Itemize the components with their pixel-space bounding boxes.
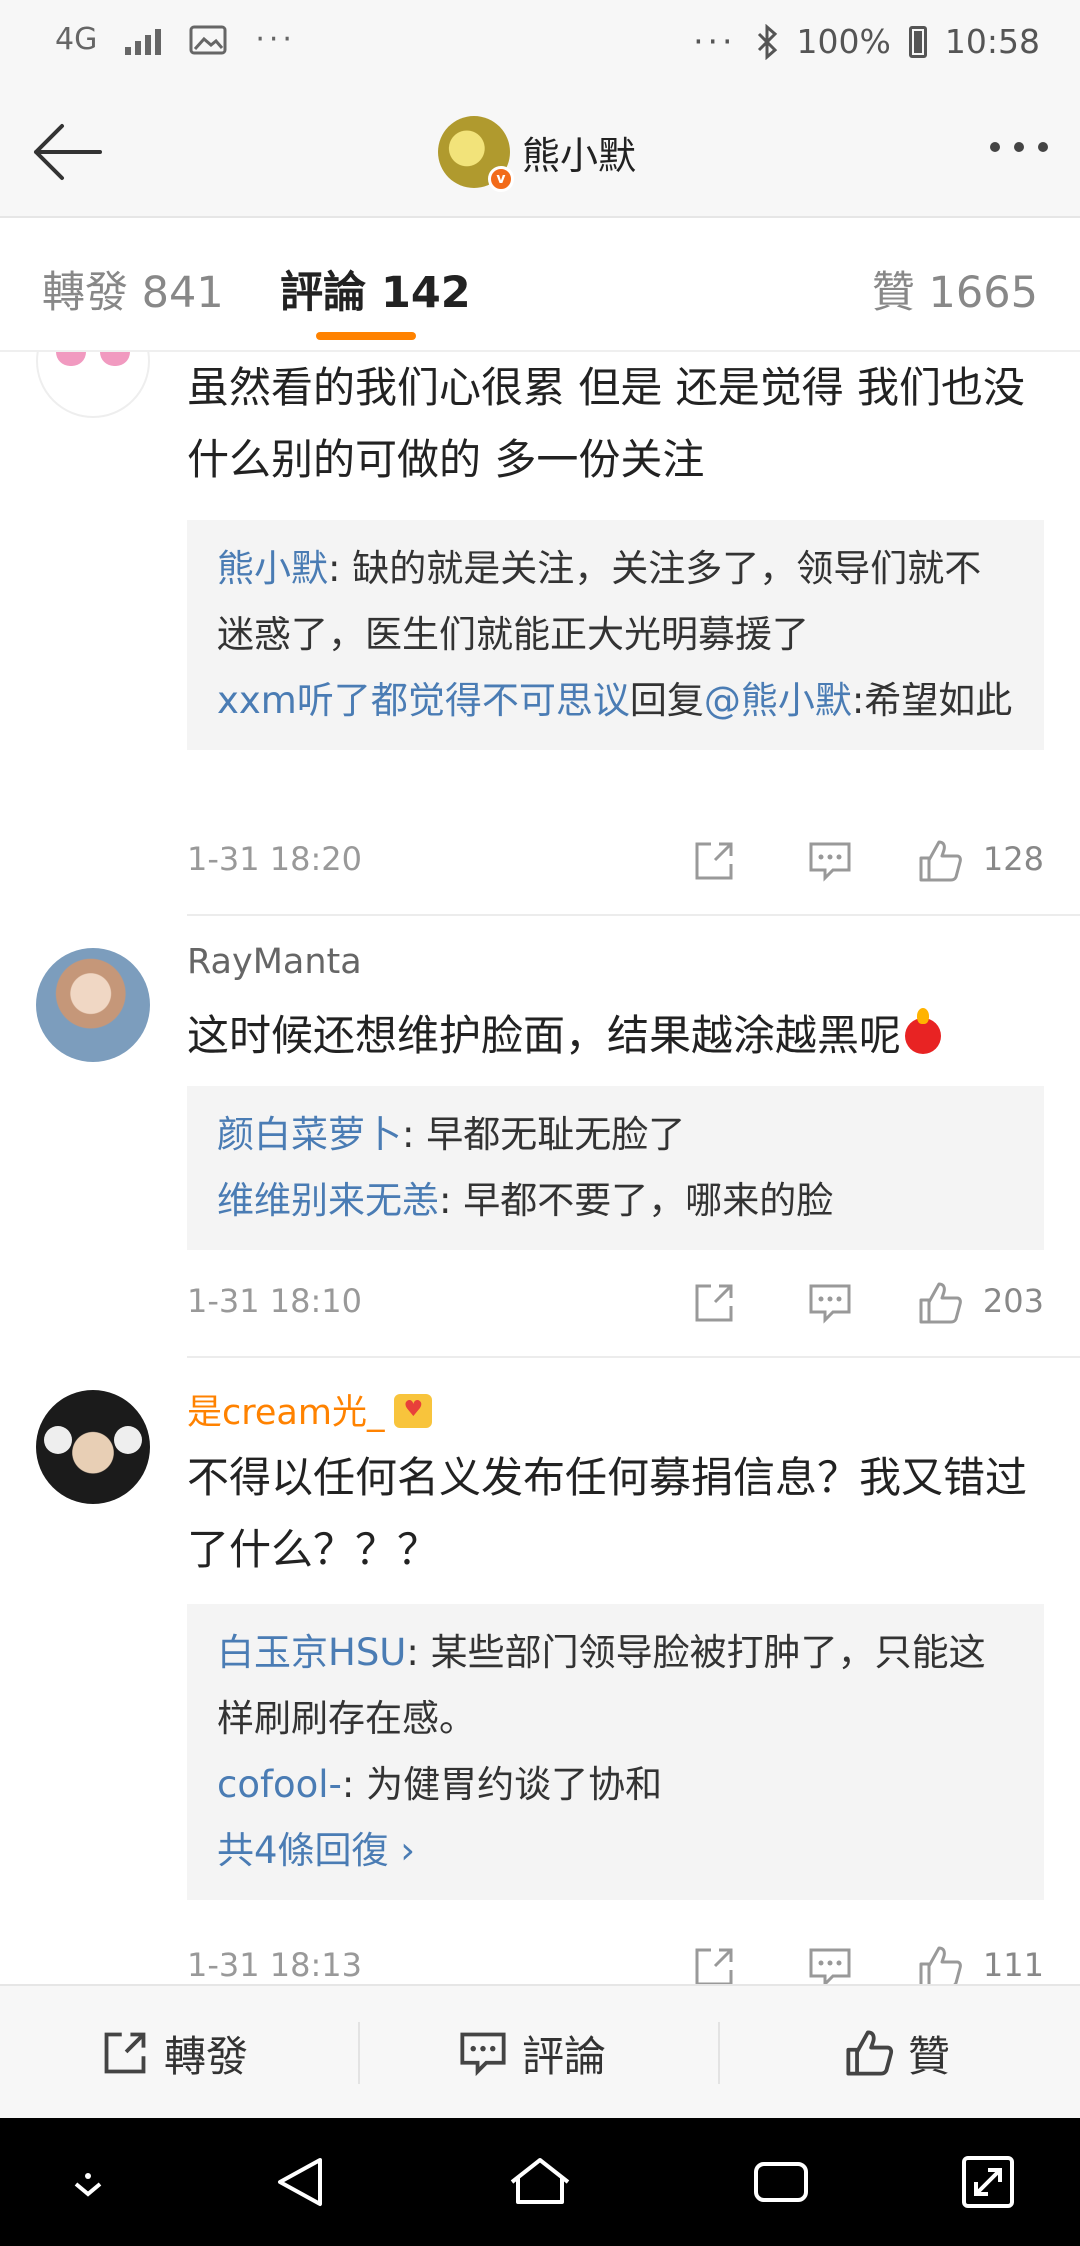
like-count: 128 [982,840,1044,878]
image-icon [189,25,227,54]
system-nav-bar [0,2118,1080,2246]
reply-user[interactable]: 维维别来无恙 [217,1179,439,1222]
reply-box[interactable]: 颜白菜萝卜: 早都无耻无脸了 维维别来无恙: 早都不要了，哪来的脸 [187,1086,1044,1250]
clock: 10:58 [944,22,1040,61]
network-type: 4G [55,22,98,57]
vip-crown-icon [394,1394,433,1428]
avatar[interactable] [36,1390,150,1504]
more-replies-link[interactable]: 共4條回復 › [217,1818,1014,1884]
reply-item: 颜白菜萝卜: 早都无耻无脸了 [217,1113,686,1156]
like-icon[interactable] [917,1944,963,1984]
like-icon[interactable] [917,838,963,884]
comment-text: 不得以任何名义发布任何募捐信息？我又错过了什么？？？ [187,1453,1028,1574]
share-icon[interactable] [691,1280,737,1326]
reply-item: 白玉京HSU: 某些部门领导脸被打肿了，只能这样刷刷存在感。 [217,1631,986,1740]
comment-meta: 1-31 18:20 128 [187,832,1044,892]
reply-item: xxm听了都觉得不可思议回复@熊小默:希望如此 [217,679,1013,722]
tab-repost[interactable]: 轉發 841 [42,258,224,320]
signal-icon [125,25,162,55]
divider [187,914,1080,916]
repost-label: 轉發 [164,2031,249,2081]
avatar[interactable] [36,352,150,418]
like-label: 贊 [908,2031,951,2081]
back-arrow-icon[interactable] [28,112,108,192]
reply-item: cofool-: 为健胃约谈了协和 [217,1763,663,1806]
reply-user[interactable]: 颜白菜萝卜 [217,1113,402,1156]
verified-badge-icon: v [488,166,514,192]
status-bar: 4G ··· ··· 100% 10:58 [0,0,1080,92]
nav-bar: v 熊小默 [0,92,1080,218]
active-tab-indicator [316,332,416,340]
avatar[interactable] [36,948,150,1062]
comment-author[interactable]: RayManta [187,942,362,982]
home-nav-icon[interactable] [508,2154,572,2210]
bottom-action-bar: 轉發 評論 贊 [0,1984,1080,2118]
comment-meta: 1-31 18:13 111 [187,1938,1044,1984]
fire-emoji-icon [905,1008,942,1054]
like-icon[interactable] [917,1280,963,1326]
reply-user[interactable]: 熊小默 [217,547,328,590]
comment-author[interactable]: 是cream光_ [187,1393,384,1433]
avatar[interactable]: v [438,116,514,192]
reply-user[interactable]: 白玉京HSU [217,1631,406,1674]
chevron-down-icon[interactable] [64,2154,112,2210]
status-left: 4G ··· [55,22,296,57]
like-icon [846,2030,894,2076]
repost-button[interactable]: 轉發 [100,1986,248,2120]
comment-time: 1-31 18:13 [187,1946,363,1984]
more-dots-icon: ··· [693,22,737,61]
like-count: 203 [982,1282,1044,1320]
tab-likes[interactable]: 贊 1665 [872,258,1038,320]
divider [358,2022,360,2084]
reply-item: 维维别来无恙: 早都不要了，哪来的脸 [217,1179,834,1222]
divider [187,1356,1080,1358]
mention-link[interactable]: @熊小默 [704,679,852,722]
like-count: 111 [982,1946,1044,1984]
repost-icon [104,2032,146,2074]
comment-label: 評論 [522,2031,607,2081]
comment-time: 1-31 18:20 [187,840,363,878]
reply-box[interactable]: 白玉京HSU: 某些部门领导脸被打肿了，只能这样刷刷存在感。 cofool-: … [187,1604,1044,1900]
comment-meta: 1-31 18:10 203 [187,1274,1044,1334]
comment-text: 虽然看的我们心很累 但是 还是觉得 我们也没什么别的可做的 多一份关注 [187,363,1026,484]
comment-time: 1-31 18:10 [187,1282,363,1320]
reply-box[interactable]: 熊小默: 缺的就是关注，关注多了，领导们就不迷惑了，医生们就能正大光明募援了 x… [187,520,1044,750]
expand-icon[interactable] [960,2154,1016,2210]
reply-user[interactable]: xxm听了都觉得不可思议 [217,679,630,722]
status-right: ··· 100% 10:58 [693,22,1040,61]
page-title: 熊小默 [522,133,637,178]
divider [718,2022,720,2084]
recent-apps-icon[interactable] [752,2154,810,2210]
share-icon[interactable] [691,1944,737,1984]
reply-icon[interactable] [807,1280,853,1326]
tab-comments[interactable]: 評論 142 [280,258,471,320]
nav-user[interactable]: v 熊小默 [438,116,637,192]
bluetooth-icon [757,23,777,60]
like-button[interactable]: 贊 [844,1986,950,2120]
comment-list[interactable]: 虽然看的我们心很累 但是 还是觉得 我们也没什么别的可做的 多一份关注 熊小默:… [0,352,1080,1984]
more-icon[interactable] [990,142,1048,152]
reply-icon[interactable] [807,1944,853,1984]
back-nav-icon[interactable] [274,2154,326,2210]
share-icon[interactable] [691,838,737,884]
reply-icon[interactable] [807,838,853,884]
reply-item: 熊小默: 缺的就是关注，关注多了，领导们就不迷惑了，医生们就能正大光明募援了 [217,547,982,656]
comment-text: 这时候还想维护脸面，结果越涂越黑呢 [187,1011,902,1060]
battery-icon [908,25,927,58]
tab-bar: 轉發 841 評論 142 贊 1665 [0,218,1080,352]
more-dots-icon: ··· [255,22,296,57]
comment-author-wrap[interactable]: 是cream光_ [187,1384,433,1435]
comment-button[interactable]: 評論 [458,1986,606,2120]
battery-percent: 100% [796,22,891,61]
comment-icon [460,2032,506,2077]
comment-text-wrap: 这时候还想维护脸面，结果越涂越黑呢 [187,1000,1047,1072]
reply-user[interactable]: cofool- [217,1763,342,1806]
